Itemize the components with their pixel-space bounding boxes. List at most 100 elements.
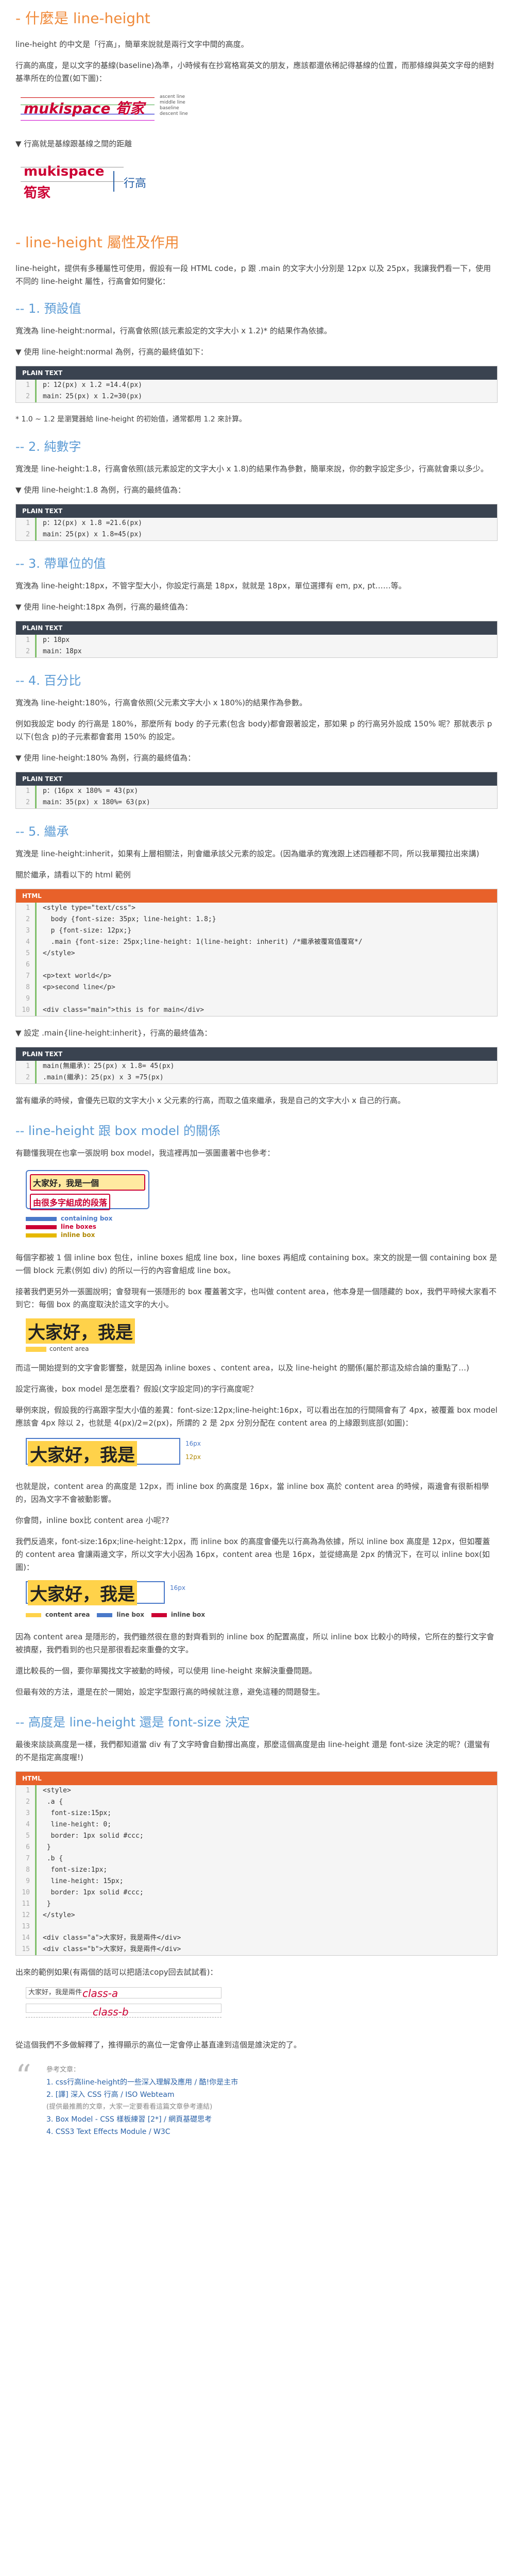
content-area-figure: 大家好，我是 content area [15, 1316, 498, 1357]
code-block: PLAIN TEXT 1 p：(16px x 180% = 43(px) 2 mai… [15, 772, 498, 809]
subsection-heading: -- 3. 帶單位的值 [15, 556, 106, 571]
code-line: .main {font-size: 25px;line-height: 1(li… [43, 938, 363, 946]
code-line: <style> [43, 1787, 71, 1794]
code-line: } [43, 1843, 51, 1851]
legend: containing box line boxes inline box [26, 1214, 112, 1239]
code-bar: PLAIN TEXT [16, 366, 497, 380]
reference-link[interactable]: 1. css行高line-height的一些深入理解及應用 / 酷!你是主市 [46, 2078, 238, 2087]
size-label: 16px [170, 1584, 185, 1591]
size-label: 12px [185, 1453, 201, 1461]
content-area-text: 大家好，我是 [26, 1318, 135, 1344]
subsection-heading: -- 高度是 line-height 還是 font-size 決定 [15, 1715, 250, 1730]
code-line: main：18px [43, 648, 82, 655]
paragraph: 例如我設定 body 的行高是 180%，那麼所有 body 的子元素(包含 b… [15, 719, 492, 741]
paragraph: 還比較長的一個，要你單獨找文字被動的時候，可以使用 line-height 來解… [15, 1666, 317, 1675]
code-line: main：25(px) x 1.2=30(px) [43, 393, 143, 400]
code-line: body {font-size: 35px; line-height: 1.8;… [43, 916, 216, 923]
overlap-text: 大家好，我是 [28, 1580, 137, 1605]
descent-label: descent line [160, 111, 188, 116]
code-line: <div class="main">this is for main</div> [43, 1006, 204, 1014]
code-line: .a { [43, 1798, 63, 1806]
code-bar: HTML [16, 889, 497, 903]
legend-item: content area [49, 1345, 89, 1352]
paragraph: 因為 content area 是隱形的，我們雖然很在意的對齊看到的 inlin… [15, 1632, 494, 1654]
code-line: font-size:15px; [43, 1809, 112, 1817]
subsection-heading: -- line-height 跟 box model 的關係 [15, 1124, 221, 1138]
reference-link[interactable]: 4. CSS3 Text Effects Module / W3C [46, 2128, 170, 2136]
code-line: p：12(px) x 1.8 =21.6(px) [43, 519, 143, 527]
code-bar: PLAIN TEXT [16, 504, 497, 518]
code-line: p：18px [43, 636, 70, 644]
paragraph: 當有繼承的時候，會優先已取的文字大小 x 父元素的行高，而取之值來繼承，我是自己… [15, 1096, 405, 1105]
code-line: <div class="b">大家好，我是兩件</div> [43, 1945, 181, 1953]
result-box-a: 大家好，我是兩件 [26, 1987, 221, 1998]
code-line: font-size:1px; [43, 1866, 108, 1874]
legend-item: content area [45, 1611, 90, 1618]
legend: content area line box inline box [26, 1611, 205, 1618]
paragraph: 最後來談談高度是一樣，我們都知道當 div 有了文字時會自動撐出高度，那麼這個高… [15, 1740, 490, 1762]
code-line: line-height: 0; [43, 1821, 112, 1828]
line-box: 大家好，我是一個 [30, 1174, 145, 1191]
paragraph: ▼ 設定 .main{line-height:inherit}，行高的最終值為： [15, 1028, 212, 1038]
paragraph: 你會問，inline box比 content area 小呢?? [15, 1516, 169, 1525]
code-line: <div class="a">大家好，我是兩件</div> [43, 1934, 181, 1942]
references: “ 參考文章： 1. css行高line-height的一些深入理解及應用 / … [15, 2057, 498, 2141]
legend-item: line boxes [61, 1223, 96, 1230]
code-line: main(無繼承)：25(px) x 1.8= 45(px) [43, 1062, 175, 1070]
class-b-label: class-b [93, 2006, 129, 2018]
figure-text-a: mukispace [24, 164, 105, 179]
section-heading: - 什麼是 line-height [15, 10, 150, 27]
paragraph: ▼ 使用 line-height:180% 為例，行高的最終值為： [15, 753, 196, 762]
overlap-figure: 大家好，我是 16px content area line box inline… [15, 1579, 498, 1625]
paragraph: ▼ 使用 line-height:1.8 為例，行高的最終值為： [15, 485, 186, 495]
baseline-label: baseline [160, 106, 179, 111]
code-line: line-height: 15px; [43, 1877, 124, 1885]
references-title: 參考文章： [46, 2066, 80, 2074]
subsection-heading: -- 1. 預設值 [15, 301, 81, 316]
code-block: PLAIN TEXT 1 main(無繼承)：25(px) x 1.8= 45(p… [15, 1047, 498, 1084]
reference-link[interactable]: 2. [譯] 深入 CSS 行高 / ISO Webteam [46, 2091, 175, 2099]
code-line: p：12(px) x 1.2 =14.4(px) [43, 381, 143, 389]
legend-item: inline box [61, 1231, 95, 1239]
paragraph: 行高的高度，是以文字的基線(baseline)為準，小時候有在抄寫格寫英文的朋友… [15, 61, 494, 83]
paragraph: 每個字都被 1 個 inline box 包住，inline boxes 組成 … [15, 1253, 498, 1275]
paragraph: ▼ 行高就是基線跟基線之間的距離 [15, 139, 132, 148]
html-code-block: HTML 1 <style> 2 .a { 3 font-size:15px; 4… [15, 1771, 498, 1956]
class-a-label: class-a [82, 1987, 118, 1999]
code-line: <style type="text/css"> [43, 904, 136, 912]
code-line: p {font-size: 12px;} [43, 927, 132, 935]
legend-item: containing box [61, 1215, 113, 1222]
line-box: 由很多字組成的段落 [30, 1194, 111, 1210]
paragraph: ▼ 使用 line-height:normal 為例，行高的最終值如下： [15, 347, 208, 357]
code-line: .b { [43, 1855, 63, 1862]
legend-item: line box [116, 1611, 144, 1618]
paragraph: 寬洩為 line-height:180%，行高會依照(父元素文字大小 x 180… [15, 698, 307, 707]
inline-box-text: 大家好，我是 [28, 1441, 137, 1466]
legend-item: inline box [170, 1611, 206, 1618]
paragraph: 接著我們更另外一張圖說明；會發現有一張隱形的 box 覆蓋著文字，也叫做 con… [15, 1287, 497, 1309]
code-line: .main(繼承)：25(px) x 3 =75(px) [43, 1074, 164, 1081]
code-bar: PLAIN TEXT [16, 621, 497, 635]
figure-text-b: 筍家 [24, 185, 51, 201]
paragraph: 我們反過來，font-size:16px;line-height:12px，而 … [15, 1537, 490, 1572]
paragraph: 寬洩為 line-height:normal，行高會依照(該元素設定的文字大小 … [15, 326, 332, 335]
section-heading: - line-height 屬性及作用 [15, 234, 179, 251]
code-block: PLAIN TEXT 1 p：18px 2 main：18px [15, 621, 498, 658]
line-height-figure: mukispace 筍家 行高 [15, 157, 498, 206]
paragraph: 有聽懂我現在也拿一張說明 box model，我這裡再加一張圖畫著中也參考： [15, 1148, 275, 1158]
paragraph: line-height 的中文是「行高」，簡單來說就是兩行文字中間的高度。 [15, 40, 249, 49]
code-line: </style> [43, 950, 75, 957]
code-block: PLAIN TEXT 1 p：12(px) x 1.8 =21.6(px) 2 ma… [15, 504, 498, 541]
reference-link[interactable]: 3. Box Model - CSS 樣板練習 [2*] / 網頁基礎思考 [46, 2115, 212, 2124]
paragraph: 也就是說，content area 的高度是 12px，而 inline box… [15, 1482, 489, 1504]
subsection-heading: -- 4. 百分比 [15, 673, 81, 688]
paragraph: 但最有效的方法，還是在於一開始，設定字型跟行高的時候就注意，避免這種的問題發生。 [15, 1687, 325, 1697]
code-line: main：25(px) x 1.8=45(px) [43, 531, 143, 538]
subsection-heading: -- 5. 繼承 [15, 824, 69, 839]
code-line: <p>text world</p> [43, 972, 112, 980]
paragraph: line-height，提供有多種屬性可使用，假設有一段 HTML code，p… [15, 264, 491, 286]
figure-text: mukispace 筍家 [24, 100, 145, 117]
code-line: border: 1px solid #ccc; [43, 1889, 144, 1896]
